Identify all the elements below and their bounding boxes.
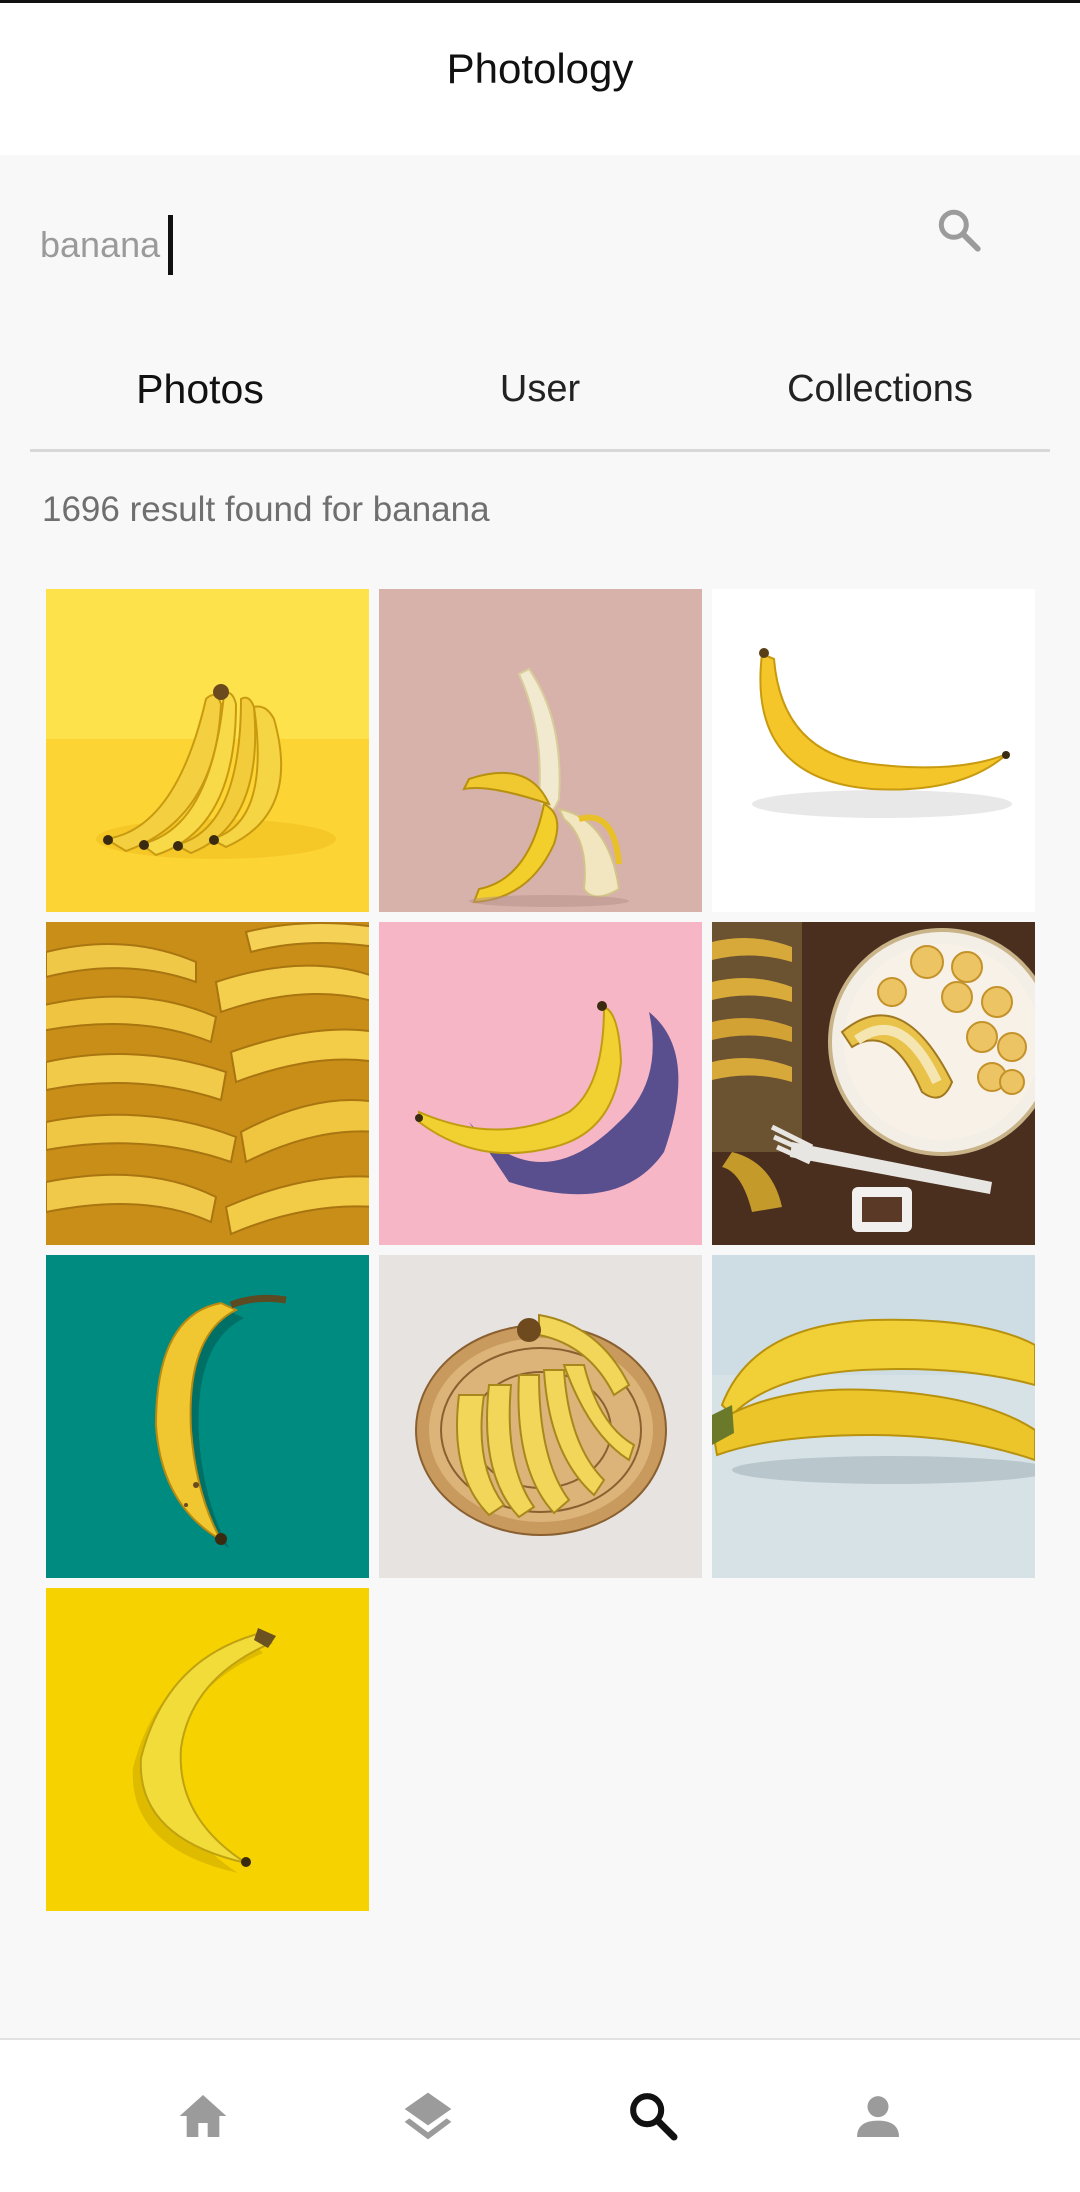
photo-tile[interactable] xyxy=(712,1255,1035,1578)
tab-user[interactable]: User xyxy=(370,330,710,449)
search-button[interactable] xyxy=(930,201,988,259)
layers-icon xyxy=(404,2092,451,2140)
nav-home[interactable] xyxy=(163,2076,243,2156)
search-bar: banana xyxy=(0,155,1080,305)
result-tabs: Photos User Collections xyxy=(30,330,1050,452)
photo-tile[interactable] xyxy=(46,1255,369,1578)
photo-tile[interactable] xyxy=(379,1255,702,1578)
text-cursor xyxy=(168,215,174,275)
tab-collections[interactable]: Collections xyxy=(710,330,1050,449)
photo-peeled-banana-pink xyxy=(379,589,702,912)
nav-search[interactable] xyxy=(613,2076,693,2156)
photo-tile[interactable] xyxy=(712,589,1035,912)
photo-grid xyxy=(46,589,1035,1911)
photo-tile[interactable] xyxy=(46,922,369,1245)
result-count: 1696 result found for banana xyxy=(42,490,490,529)
app-title: Photology xyxy=(446,45,634,92)
photo-banana-pink-shadow xyxy=(379,922,702,1245)
photo-banana-plate xyxy=(712,922,1035,1245)
nav-collections[interactable] xyxy=(388,2076,468,2156)
photo-bananas-light-blue xyxy=(712,1255,1035,1578)
bottom-navigation xyxy=(0,2038,1080,2192)
photo-banana-white xyxy=(712,589,1035,912)
search-input[interactable]: banana xyxy=(40,215,840,275)
app-bar: Photology xyxy=(0,0,1080,155)
search-icon xyxy=(938,209,981,252)
photo-banana-teal xyxy=(46,1255,369,1578)
home-icon xyxy=(179,2095,226,2137)
search-query: banana xyxy=(40,224,161,265)
photo-tile[interactable] xyxy=(46,1588,369,1911)
tab-photos[interactable]: Photos xyxy=(30,330,370,449)
search-icon xyxy=(629,2093,677,2141)
nav-profile[interactable] xyxy=(838,2076,918,2156)
photo-tile[interactable] xyxy=(379,922,702,1245)
photo-banana-pile xyxy=(46,922,369,1245)
photo-banana-basket xyxy=(379,1255,702,1578)
photo-tile[interactable] xyxy=(712,922,1035,1245)
photo-banana-yellow xyxy=(46,1588,369,1911)
photo-bananas-bunch-yellow xyxy=(46,589,369,912)
photo-tile[interactable] xyxy=(46,589,369,912)
photo-tile[interactable] xyxy=(379,589,702,912)
person-icon xyxy=(856,2096,899,2137)
